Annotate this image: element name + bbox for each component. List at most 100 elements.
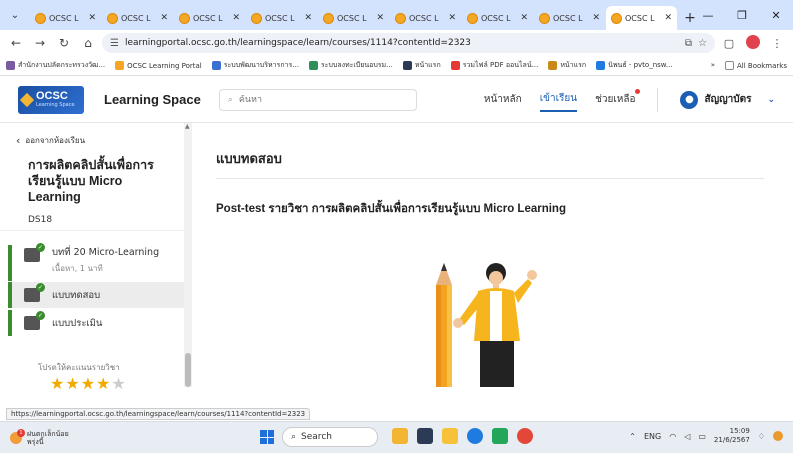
- notification-bell-icon[interactable]: ♢: [758, 432, 765, 441]
- chevron-up-icon[interactable]: ⌃: [629, 432, 636, 441]
- tab-close-icon[interactable]: ✕: [376, 13, 384, 23]
- browser-tab[interactable]: OCSC L ✕: [30, 6, 101, 30]
- taskbar-search[interactable]: ⌕ Search: [282, 427, 378, 447]
- bookmarks-overflow-icon[interactable]: »: [711, 61, 715, 70]
- browser-tab[interactable]: OCSC L ✕: [174, 6, 245, 30]
- rating-stars[interactable]: ★★★★★: [50, 374, 127, 393]
- profile-icon: [746, 34, 760, 49]
- sidebar-item-lesson-20[interactable]: ✓ บทที่ 20 Micro-Learning เนื้อหา, 1 นาท…: [8, 243, 184, 281]
- browser-tab[interactable]: OCSC L ✕: [318, 6, 389, 30]
- battery-icon[interactable]: ▭: [698, 432, 706, 441]
- language-indicator[interactable]: ENG: [644, 432, 661, 441]
- speaker-icon[interactable]: ◁: [684, 432, 690, 441]
- maximize-icon[interactable]: ❐: [725, 0, 759, 30]
- store-icon[interactable]: [417, 428, 433, 444]
- search-input[interactable]: [238, 94, 389, 105]
- screen-share-icon[interactable]: ⧉: [685, 38, 692, 49]
- ocsc-logo[interactable]: OCSC Learning Space: [18, 85, 84, 114]
- folder-app-icon[interactable]: [442, 428, 458, 444]
- nav-home[interactable]: หน้าหลัก: [484, 88, 522, 111]
- browser-tab[interactable]: OCSC L ✕: [246, 6, 317, 30]
- wifi-icon[interactable]: ◠: [669, 432, 676, 441]
- tab-title: OCSC L: [265, 13, 295, 23]
- chrome-icon[interactable]: [517, 428, 533, 444]
- pencil-person-illustration: [436, 263, 537, 387]
- sidebar-item-text: บทที่ 20 Micro-Learning เนื้อหา, 1 นาที: [52, 245, 159, 275]
- browser-menu-icon[interactable]: ⋮: [767, 37, 787, 50]
- clock[interactable]: 15:09 21/6/2567: [714, 427, 750, 445]
- weather-text: ฝนตกเล็กน้อย พรุ่งนี้: [27, 430, 69, 446]
- tab-close-icon[interactable]: ✕: [160, 13, 168, 23]
- site-info-icon[interactable]: ☰: [110, 38, 119, 49]
- rating-label: โปรดให้คะแนนรายวิชา: [38, 363, 120, 372]
- bookmark-item[interactable]: สำนักงานปลัดกระทรวงวัฒ...: [6, 60, 105, 71]
- bookmark-star-icon[interactable]: ☆: [698, 38, 707, 49]
- scrollbar-thumb[interactable]: [185, 353, 191, 387]
- line-app-icon[interactable]: [492, 428, 508, 444]
- tab-close-icon[interactable]: ✕: [592, 13, 600, 23]
- browser-tab[interactable]: OCSC L ✕: [606, 6, 677, 30]
- bookmark-item[interactable]: ระบบลงทะเบียนอบรม...: [308, 60, 393, 71]
- browser-tab[interactable]: OCSC L ✕: [534, 6, 605, 30]
- extensions-icon[interactable]: ▢: [719, 37, 739, 50]
- profile-avatar[interactable]: [743, 34, 763, 52]
- tab-close-icon[interactable]: ✕: [448, 13, 456, 23]
- check-icon: ✓: [36, 243, 45, 252]
- bookmark-item[interactable]: นิพนธ์ - pvto_nsw...: [596, 60, 673, 71]
- tab-close-icon[interactable]: ✕: [232, 13, 240, 23]
- minimize-icon[interactable]: —: [691, 0, 725, 30]
- star-icon[interactable]: ★: [111, 374, 126, 393]
- evaluation-icon: ✓: [24, 311, 45, 330]
- forward-arrow-icon[interactable]: →: [30, 33, 50, 53]
- bookmark-item[interactable]: ระบบพัฒนาบริหารการ...: [211, 60, 299, 71]
- star-icon[interactable]: ★: [96, 374, 111, 393]
- back-arrow-icon[interactable]: ←: [6, 33, 26, 53]
- nav-learn[interactable]: เข้าเรียน: [539, 87, 578, 112]
- browser-tab[interactable]: OCSC L ✕: [390, 6, 461, 30]
- video-lesson-icon: ✓: [24, 243, 45, 262]
- tab-close-icon[interactable]: ✕: [664, 13, 672, 23]
- app-header: OCSC Learning Space Learning Space ⌕ หน้…: [0, 77, 793, 123]
- weather-line2: พรุ่งนี้: [27, 437, 44, 446]
- weather-widget[interactable]: 1 ฝนตกเล็กน้อย พรุ่งนี้: [10, 428, 69, 446]
- url-field[interactable]: ☰ learningportal.ocsc.go.th/learningspac…: [102, 33, 715, 53]
- bookmark-label: รวมไฟล์ PDF ออนไลน์...: [462, 61, 539, 69]
- tab-close-icon[interactable]: ✕: [520, 13, 528, 23]
- user-menu[interactable]: ● สัญญาบัตร ⌄: [680, 90, 775, 109]
- bookmark-favicon-icon: [450, 61, 460, 70]
- bookmark-item[interactable]: OCSC Learning Portal: [115, 60, 202, 71]
- bookmark-item[interactable]: หน้าแรก: [548, 60, 586, 71]
- tab-close-icon[interactable]: ✕: [88, 13, 96, 23]
- sidebar-item-quiz[interactable]: ✓ แบบทดสอบ: [8, 282, 184, 308]
- search-box[interactable]: ⌕: [218, 88, 417, 111]
- bookmark-favicon-icon: [548, 61, 558, 70]
- star-icon[interactable]: ★: [81, 374, 96, 393]
- all-bookmarks-button[interactable]: All Bookmarks: [724, 61, 787, 70]
- leave-classroom-link[interactable]: ‹ ออกจากห้องเรียน: [16, 134, 85, 147]
- home-icon[interactable]: ⌂: [78, 33, 98, 53]
- star-icon[interactable]: ★: [65, 374, 80, 393]
- tab-title: OCSC L: [121, 13, 151, 23]
- star-icon[interactable]: ★: [50, 374, 65, 393]
- bookmark-favicon-icon: [596, 61, 606, 70]
- tab-close-icon[interactable]: ✕: [304, 13, 312, 23]
- browser-tab[interactable]: OCSC L ✕: [462, 6, 533, 30]
- sidebar-item-label: แบบทดสอบ: [52, 289, 101, 301]
- ocsc-favicon-icon: [323, 12, 334, 24]
- sidebar-scrollbar[interactable]: ▲: [184, 123, 192, 387]
- browser-tab[interactable]: OCSC L ✕: [102, 6, 173, 30]
- edge-icon[interactable]: [467, 428, 483, 444]
- bookmark-item[interactable]: หน้าแรก: [402, 60, 441, 71]
- bookmark-item[interactable]: รวมไฟล์ PDF ออนไลน์...: [450, 60, 539, 71]
- close-window-icon[interactable]: ✕: [759, 0, 793, 30]
- nav-help[interactable]: ช่วยเหลือ: [595, 88, 641, 111]
- sidebar-item-evaluation[interactable]: ✓ แบบประเมิน: [8, 310, 184, 336]
- scroll-up-icon[interactable]: ▲: [185, 123, 190, 130]
- windows-start-icon[interactable]: [260, 430, 274, 444]
- file-explorer-icon[interactable]: [392, 428, 408, 444]
- course-title: การผลิตคลิปสั้นเพื่อการเรียนรู้แบบ Micro…: [28, 158, 154, 204]
- copilot-icon[interactable]: [773, 431, 783, 441]
- reload-icon[interactable]: ↻: [54, 33, 74, 53]
- tab-search-icon[interactable]: ⌄: [0, 0, 30, 30]
- section-title: แบบทดสอบ: [216, 151, 282, 166]
